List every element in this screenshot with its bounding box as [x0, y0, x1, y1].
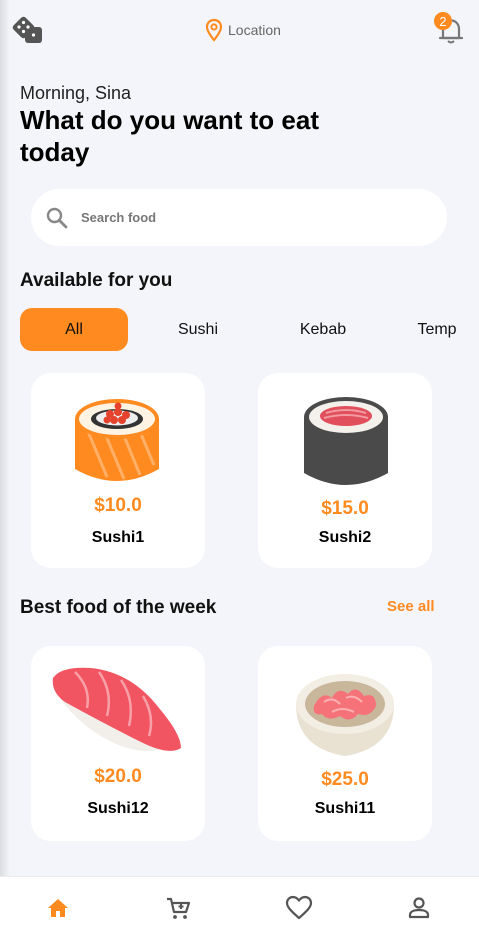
search-input[interactable] [81, 210, 381, 225]
dice-icon[interactable] [12, 16, 46, 44]
location-pin-icon [205, 18, 223, 42]
notifications-button[interactable]: 2 [434, 12, 468, 46]
heart-icon[interactable] [285, 895, 313, 921]
item-name: Sushi2 [318, 529, 372, 546]
ginger-bowl-icon [296, 674, 394, 756]
item-name: Sushi11 [314, 800, 376, 817]
item-price: $15.0 [321, 498, 369, 519]
search-bar[interactable] [31, 189, 447, 246]
see-all-link[interactable]: See all [387, 598, 435, 615]
tuna-maki-icon [304, 397, 388, 485]
food-card-sushi12[interactable]: $20.0 Sushi12 [31, 646, 205, 841]
cart-icon[interactable] [165, 895, 191, 921]
tab-sushi[interactable]: Sushi [144, 308, 252, 351]
section-title-available: Available for you [20, 270, 173, 291]
edge-shadow [0, 0, 10, 936]
profile-icon[interactable] [406, 895, 432, 921]
location-selector[interactable]: Location [204, 18, 281, 42]
section-title-best: Best food of the week [20, 597, 217, 618]
notification-badge: 2 [434, 12, 452, 30]
item-name: Sushi12 [87, 800, 149, 817]
nigiri-icon [52, 667, 181, 751]
tab-kebab[interactable]: Kebab [269, 308, 377, 351]
food-card-sushi11[interactable]: $25.0 Sushi11 [258, 646, 432, 841]
search-icon [46, 207, 68, 228]
location-label: Location [228, 22, 281, 38]
home-icon[interactable] [45, 895, 71, 921]
tab-all[interactable]: All [20, 308, 128, 351]
item-price: $25.0 [321, 769, 369, 790]
tab-temp[interactable]: Temp [382, 308, 479, 351]
item-price: $20.0 [94, 766, 142, 787]
food-card-sushi1[interactable]: $10.0 Sushi1 [31, 373, 205, 568]
page-title: What do you want to eat today [20, 105, 319, 167]
greeting: Morning, Sina [20, 83, 132, 103]
category-tabs: All Sushi Kebab Temp [0, 308, 479, 352]
item-price: $10.0 [94, 495, 142, 516]
item-name: Sushi1 [91, 529, 145, 546]
food-card-sushi2[interactable]: $15.0 Sushi2 [258, 373, 432, 568]
salmon-roll-icon [75, 399, 159, 481]
top-bar: Location 2 [0, 0, 479, 60]
bottom-navigation [0, 876, 479, 936]
